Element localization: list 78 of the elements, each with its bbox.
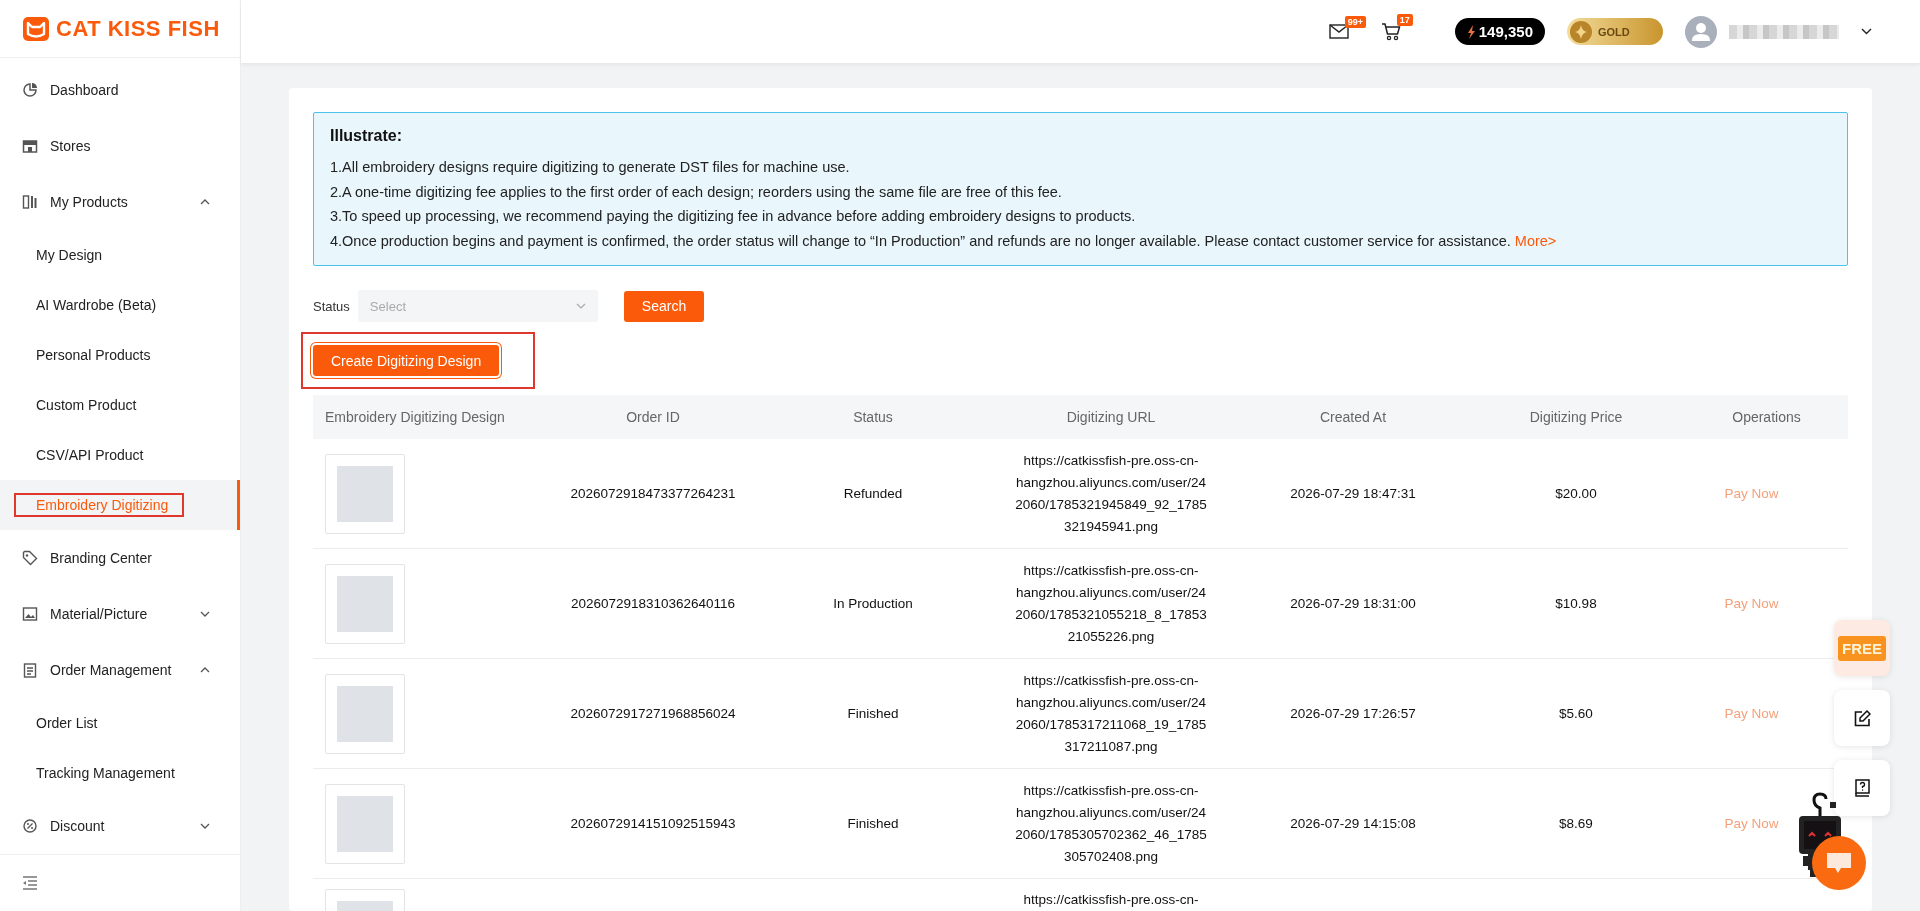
collapse-menu-icon[interactable] [22,876,38,891]
feedback-button[interactable] [1834,690,1890,746]
sidebar-subitem[interactable]: AI Wardrobe (Beta) [36,297,157,314]
sidebar-subitem[interactable]: My Design [36,247,103,264]
image-placeholder [337,685,393,742]
sidebar-subitem[interactable]: CSV/API Product [36,447,144,464]
column-header: Embroidery Digitizing Design [324,409,506,425]
url-text: https://catkissfish-pre.oss-cn-hangzhou.aliyuncs.com/user/242060/1785305702362_46_1785305702408.png [1014,781,1208,866]
help-button[interactable] [1834,760,1890,816]
status-text: Refunded [843,486,903,501]
free-ticket: FREE [1838,635,1886,661]
sidebar-subitem[interactable]: Personal Products [36,347,151,364]
column-header: Operations [1731,409,1802,425]
notice-text: 4.Once production begins and payment is confirmed, the order status will change to “In Production” and refunds are no longer available. Please contact customer service for assistance. More> [330,231,1558,251]
edit-icon [1853,709,1871,727]
status-text: In Production [833,596,913,611]
clipboard-icon [22,662,38,679]
sparkle-icon [1570,20,1592,43]
notice-title: Illustrate: [330,127,403,145]
sidebar-item[interactable]: Branding Center [0,530,240,587]
chevron-down-icon [575,303,586,309]
chevron-down-icon[interactable] [1861,28,1872,35]
price-text: $5.60 [1559,706,1593,721]
points-pill[interactable]: 149,350 [1454,18,1545,45]
created-date: 2026-07-29 14:15:08 [1290,816,1416,831]
brand-name: CAT KISS FISH [56,15,220,42]
cart-count-badge: 17 [1396,14,1413,26]
cart-icon[interactable] [1380,22,1401,41]
order-id: 2026072918473377264231 [570,486,736,501]
sidebar-item[interactable]: Order Management [0,642,240,699]
column-header: Digitizing URL [1065,409,1157,425]
products-icon [22,194,38,211]
sidebar-item[interactable]: Dashboard [0,62,240,119]
price-text: $8.69 [1559,816,1593,831]
image-placeholder [337,795,393,852]
status-text: Finished [847,706,899,721]
speech-bubble-icon [1825,851,1853,875]
url-text: https://catkissfish-pre.oss-cn-hangzhou.aliyuncs.com/user/242060/1785321055218_8_1785321055226.png [1014,561,1208,646]
order-id: 2026072917271968856024 [570,706,736,721]
store-icon [22,138,38,155]
membership-level-pill[interactable]: GOLD [1567,18,1663,45]
url-text: https://catkissfish-pre.oss-cn-hangzhou.aliyuncs.com/user/242060/1785321945849_92_1785321945941.png [1014,451,1208,536]
image-placeholder [337,465,393,522]
price-text: $10.98 [1555,596,1597,611]
order-id: 2026072918310362640116 [570,596,736,611]
pie-icon [22,82,38,99]
mail-icon[interactable] [1328,24,1349,39]
notice-text: 2.A one-time digitizing fee applies to the first order of each design; reorders using the same file are free of this fee. [330,182,1063,202]
image-placeholder [337,575,393,632]
sidebar-subitem[interactable]: Tracking Management [36,765,175,782]
status-text: Finished [847,816,899,831]
column-header: Status [852,409,894,425]
url-text: https://catkissfish-pre.oss-cn- [1022,891,1200,909]
discount-icon [22,818,38,835]
notice-text: 1.All embroidery designs require digitizing to generate DST files for machine use. [330,158,851,177]
notice-text: 3.To speed up processing, we recommend paying the digitizing fee in advance before adding embroidery designs to products. [330,207,1137,226]
created-date: 2026-07-29 17:26:57 [1290,706,1416,721]
created-date: 2026-07-29 18:47:31 [1290,486,1416,501]
tag-icon [22,550,38,567]
sidebar-item[interactable]: My Products [0,174,240,231]
column-header: Created At [1318,409,1388,425]
status-label: Status [313,298,350,314]
lightning-icon [1466,24,1476,39]
column-header: Order ID [625,409,681,425]
url-text: https://catkissfish-pre.oss-cn-hangzhou.aliyuncs.com/user/242060/1785317211068_19_1785317211087.png [1014,671,1208,756]
created-date: 2026-07-29 18:31:00 [1290,596,1416,611]
order-id: 2026072914151092515943 [570,816,736,831]
price-text: $20.00 [1555,486,1597,501]
sidebar-subitem[interactable]: Order List [36,715,98,732]
column-header: Digitizing Price [1528,409,1624,425]
sidebar-item[interactable]: Material/Picture [0,586,240,643]
sidebar-item[interactable]: Stores [0,118,240,175]
notification-badge: 99+ [1344,16,1367,28]
help-book-icon [1854,779,1870,797]
picture-icon [22,606,38,623]
sidebar-subitem[interactable]: Custom Product [36,397,137,414]
sidebar-item[interactable]: Discount [0,798,240,855]
cat-logo-icon [22,15,50,42]
